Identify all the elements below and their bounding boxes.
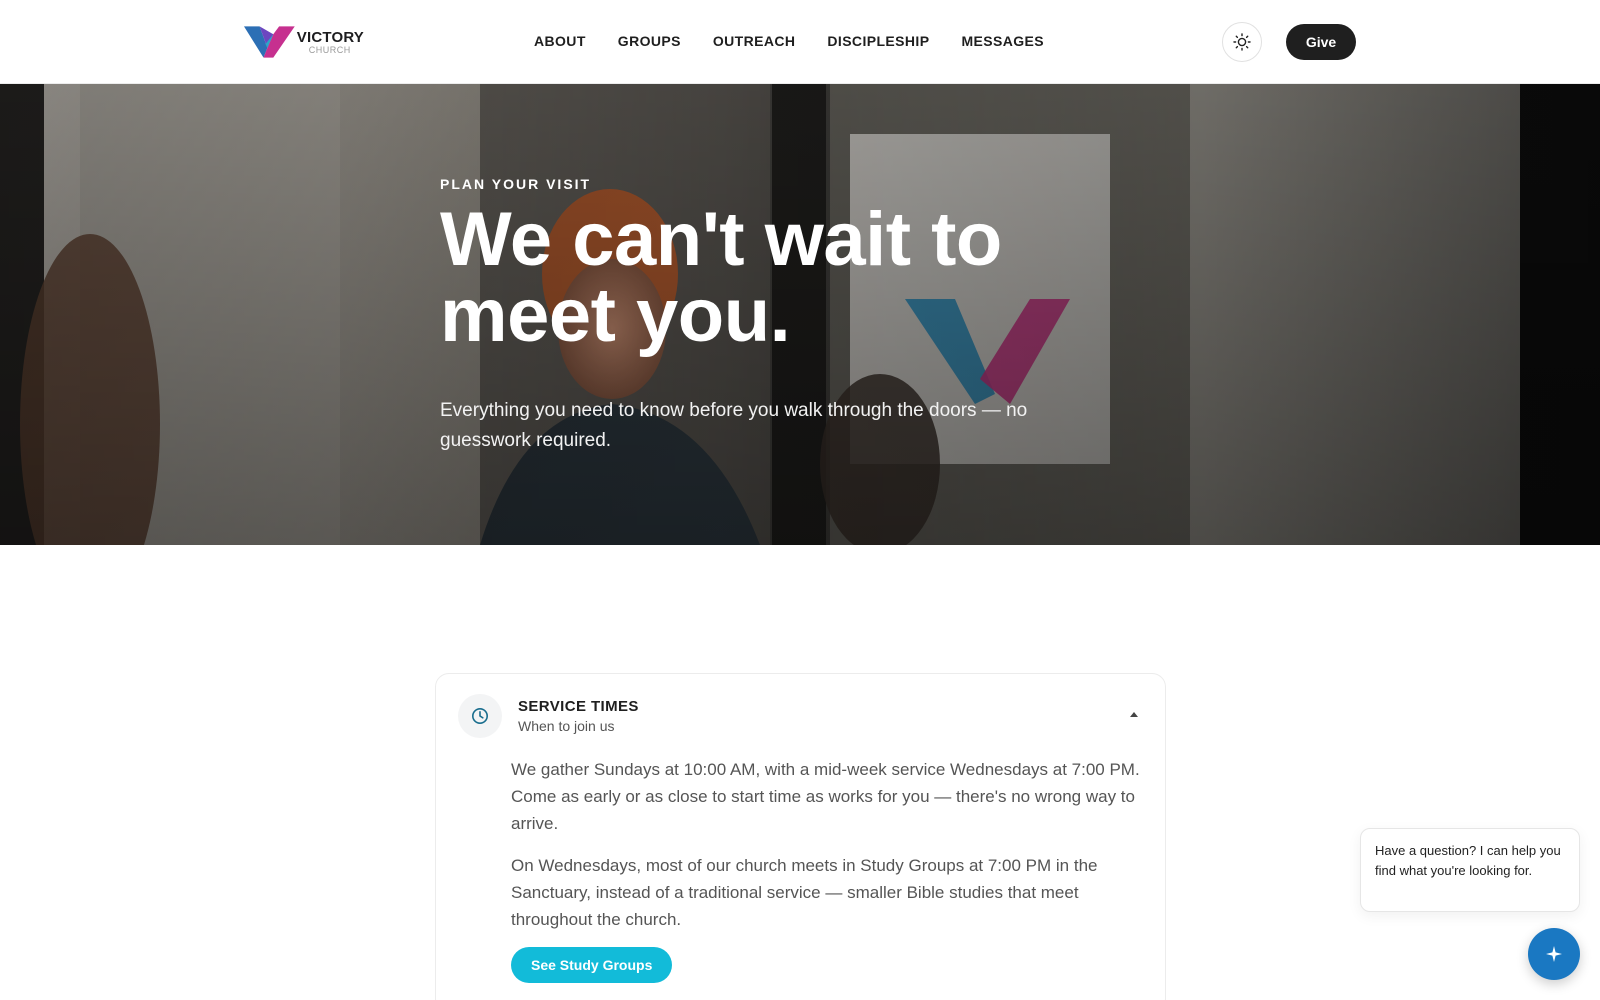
site-logo[interactable]: VICTORY CHURCH: [244, 22, 364, 62]
sparkle-icon: [1546, 946, 1562, 962]
see-study-groups-button[interactable]: See Study Groups: [511, 947, 673, 983]
hero-eyebrow: PLAN YOUR VISIT: [440, 176, 592, 192]
chevron-up-icon[interactable]: [1130, 712, 1138, 717]
accordion-subtitle: When to join us: [518, 718, 615, 734]
nav-groups[interactable]: GROUPS: [618, 33, 681, 49]
hero-title-line2: meet you.: [440, 273, 791, 358]
service-times-paragraph-1: We gather Sundays at 10:00 AM, with a mi…: [511, 760, 1140, 833]
nav-about[interactable]: ABOUT: [534, 33, 586, 49]
sun-icon: [1233, 33, 1251, 51]
clock-icon-wrapper: [458, 694, 502, 738]
accordion-title: SERVICE TIMES: [518, 698, 639, 715]
give-button[interactable]: Give: [1286, 24, 1356, 60]
nav-outreach[interactable]: OUTREACH: [713, 33, 796, 49]
theme-toggle-button[interactable]: [1222, 22, 1262, 62]
hero-title-line1: We can't wait to: [440, 197, 1002, 282]
nav-discipleship[interactable]: DISCIPLESHIP: [827, 33, 929, 49]
clock-icon: [472, 708, 488, 724]
chat-launcher-button[interactable]: [1528, 928, 1580, 980]
hero-subtitle: Everything you need to know before you w…: [440, 400, 1028, 451]
logo-name: VICTORY: [296, 28, 364, 46]
nav-messages[interactable]: MESSAGES: [961, 33, 1044, 49]
service-times-paragraph-2: On Wednesdays, most of our church meets …: [511, 856, 1098, 929]
hero-content: PLAN YOUR VISIT We can't wait to meet yo…: [440, 176, 1120, 456]
chat-prompt-bubble[interactable]: Have a question? I can help you find wha…: [1360, 828, 1580, 912]
hero-title: We can't wait to meet you.: [440, 202, 1120, 354]
victory-logo-icon: [244, 26, 295, 58]
accordion-body: We gather Sundays at 10:00 AM, with a mi…: [511, 756, 1147, 983]
accordion-header[interactable]: SERVICE TIMES When to join us: [458, 694, 1144, 738]
hero-section: PLAN YOUR VISIT We can't wait to meet yo…: [0, 84, 1600, 545]
main-nav: ABOUT GROUPS OUTREACH DISCIPLESHIP MESSA…: [534, 33, 1076, 49]
logo-subtitle: CHURCH: [308, 44, 351, 55]
service-times-accordion: SERVICE TIMES When to join us We gather …: [435, 673, 1166, 1000]
site-header: VICTORY CHURCH ABOUT GROUPS OUTREACH DIS…: [0, 0, 1600, 84]
